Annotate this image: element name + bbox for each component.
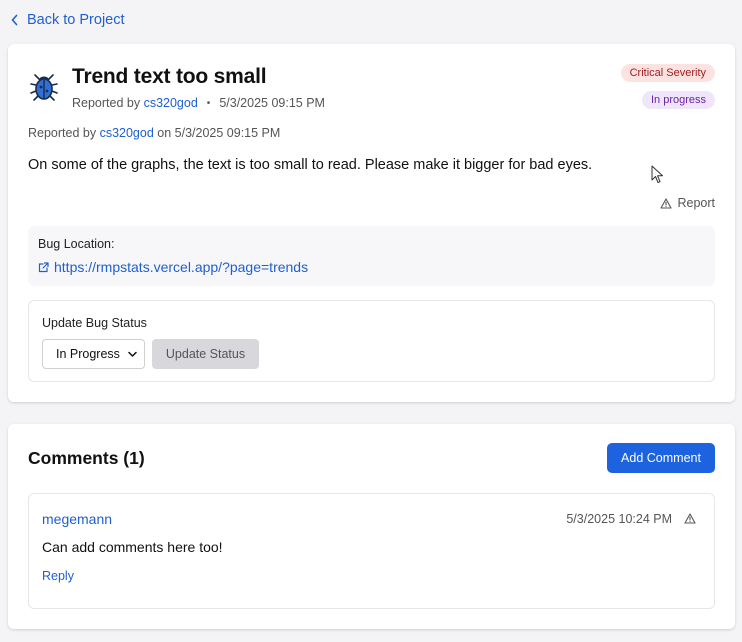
- reported-timestamp-2: 5/3/2025 09:15 PM: [174, 126, 281, 140]
- status-badge: In progress: [641, 91, 715, 109]
- reporter-link[interactable]: cs320god: [144, 96, 198, 110]
- add-comment-button[interactable]: Add Comment: [607, 443, 715, 473]
- status-select[interactable]: In Progress: [42, 339, 145, 369]
- update-status-label: Update Bug Status: [42, 316, 147, 330]
- update-status-button[interactable]: Update Status: [152, 339, 259, 369]
- comment-body: Can add comments here too!: [42, 539, 223, 555]
- comments-heading: Comments (1): [28, 448, 145, 468]
- bug-title: Trend text too small: [72, 65, 267, 88]
- reported-by-label-2: Reported by: [28, 126, 100, 140]
- reporter-link-2[interactable]: cs320god: [100, 126, 154, 140]
- bug-detail-card: Trend text too small Reported by cs320go…: [8, 44, 735, 402]
- comment-item: megemann 5/3/2025 10:24 PM Can add comme…: [28, 493, 715, 609]
- chevron-left-icon: [11, 14, 18, 26]
- comment-author-link[interactable]: megemann: [42, 511, 112, 527]
- report-button[interactable]: Report: [660, 196, 715, 210]
- report-label: Report: [677, 196, 715, 210]
- comment-timestamp: 5/3/2025 10:24 PM: [566, 512, 672, 526]
- bug-location-panel: Bug Location: https://rmpstats.vercel.ap…: [28, 226, 715, 286]
- chevron-down-icon: [128, 351, 137, 357]
- bug-location-label: Bug Location:: [38, 237, 115, 251]
- update-status-panel: Update Bug Status In Progress Update Sta…: [28, 300, 715, 382]
- bug-location-url: https://rmpstats.vercel.app/?page=trends: [54, 259, 309, 275]
- back-link-label: Back to Project: [27, 12, 125, 28]
- external-link-icon: [38, 261, 49, 272]
- bug-meta-header: Reported by cs320god • 5/3/2025 09:15 PM: [72, 96, 325, 110]
- reported-by-label: Reported by: [72, 96, 144, 110]
- bug-location-link[interactable]: https://rmpstats.vercel.app/?page=trends: [38, 259, 308, 275]
- status-select-value: In Progress: [56, 347, 120, 361]
- separator-dot: •: [206, 97, 211, 109]
- bug-icon: [30, 74, 58, 101]
- reported-on-label: on: [153, 126, 175, 140]
- comments-card: Comments (1) Add Comment megemann 5/3/20…: [8, 424, 735, 629]
- mouse-cursor-icon: [651, 165, 663, 183]
- comment-reply-link[interactable]: Reply: [42, 569, 74, 583]
- severity-badge: Critical Severity: [620, 64, 715, 82]
- warning-triangle-icon: [660, 197, 673, 209]
- warning-triangle-icon[interactable]: [684, 513, 696, 524]
- back-to-project-link[interactable]: Back to Project: [10, 12, 125, 28]
- bug-description: On some of the graphs, the text is too s…: [28, 157, 593, 173]
- bug-meta-detail: Reported by cs320god on 5/3/2025 09:15 P…: [28, 126, 280, 140]
- reported-timestamp: 5/3/2025 09:15 PM: [219, 96, 325, 110]
